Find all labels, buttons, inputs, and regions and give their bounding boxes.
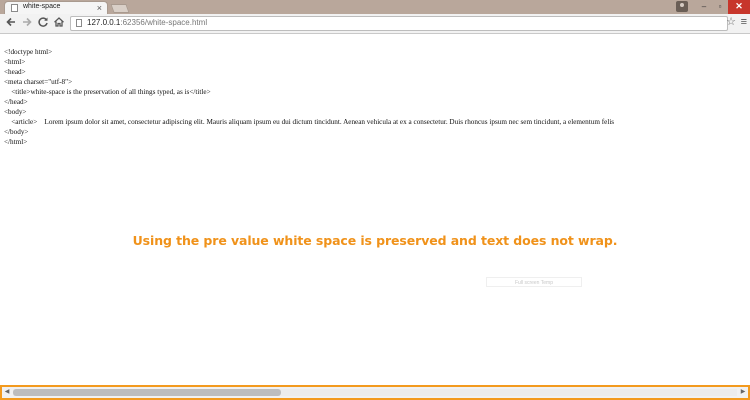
source-line: <meta charset="utf-8"> xyxy=(4,78,73,86)
source-line: <body> xyxy=(4,108,27,116)
source-line: <head> xyxy=(4,68,26,76)
close-window-button[interactable]: ✕ xyxy=(728,0,750,14)
horizontal-scrollbar[interactable]: ◀ ▶ xyxy=(0,385,750,400)
tab-close-icon[interactable]: × xyxy=(97,2,102,14)
forward-arrow-icon[interactable] xyxy=(20,16,34,30)
page-info-icon[interactable] xyxy=(76,19,82,27)
browser-toolbar: 127.0.0.1:62356/white-space.html ☆ ≡ xyxy=(0,14,750,34)
page-caption: Using the pre value white space is prese… xyxy=(132,233,618,248)
browser-tab[interactable]: white-space × xyxy=(4,1,108,14)
scroll-right-arrow-icon[interactable]: ▶ xyxy=(739,388,747,397)
back-arrow-icon[interactable] xyxy=(4,16,18,30)
window-controls: – ▫ ✕ xyxy=(676,0,750,14)
scrollbar-track[interactable] xyxy=(13,389,737,396)
hamburger-menu-icon[interactable]: ≡ xyxy=(741,16,747,29)
source-line: <html> xyxy=(4,58,26,66)
fullscreen-hint: Full screen Temp xyxy=(486,277,582,287)
reload-icon[interactable] xyxy=(36,16,50,30)
source-line: </html> xyxy=(4,138,28,146)
preformatted-source-text: <!doctype html> <html> <head> <meta char… xyxy=(4,47,614,147)
address-bar[interactable]: 127.0.0.1:62356/white-space.html xyxy=(70,16,728,31)
source-line: <article> Lorem ipsum dolor sit amet, co… xyxy=(4,118,615,126)
source-line: </body> xyxy=(4,128,29,136)
source-line: </head> xyxy=(4,98,28,106)
new-tab-button[interactable] xyxy=(110,4,130,13)
scrollbar-thumb[interactable] xyxy=(13,389,281,396)
minimize-button[interactable]: – xyxy=(696,0,712,14)
source-line: <!doctype html> xyxy=(4,48,53,56)
title-bar: white-space × – ▫ ✕ xyxy=(0,0,750,14)
maximize-button[interactable]: ▫ xyxy=(712,0,728,14)
url-path: :62356/white-space.html xyxy=(120,18,208,27)
scroll-left-arrow-icon[interactable]: ◀ xyxy=(3,388,11,397)
url-text: 127.0.0.1:62356/white-space.html xyxy=(87,18,207,27)
tab-title: white-space xyxy=(23,3,61,10)
source-line: <title>white-space is the preservation o… xyxy=(4,88,211,96)
page-icon xyxy=(11,4,18,12)
star-icon[interactable]: ☆ xyxy=(726,16,736,29)
url-host: 127.0.0.1 xyxy=(87,18,121,27)
user-icon[interactable] xyxy=(676,1,688,12)
home-icon[interactable] xyxy=(52,16,66,30)
